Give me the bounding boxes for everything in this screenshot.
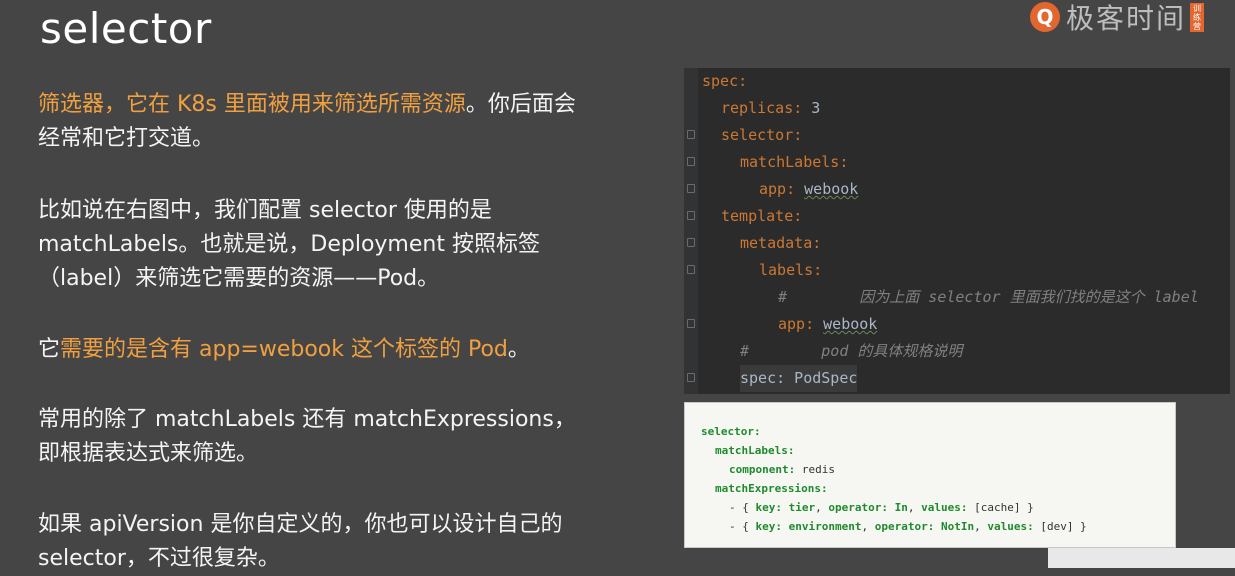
brand-name: 极客时间 xyxy=(1066,2,1187,35)
p5-line2: selector，不过很复杂。 xyxy=(38,546,280,571)
snippet-line: matchLabels: xyxy=(715,444,795,457)
p3-highlight: 需要的是含有 app=webook 这个标签的 Pod xyxy=(60,337,508,362)
code-line: matchLabels: xyxy=(740,153,849,171)
snippet-line: - { key: tier, operator: In, values: [ca… xyxy=(729,501,1034,514)
fold-icon[interactable] xyxy=(687,157,695,166)
code-line: labels: xyxy=(759,261,823,279)
p1-highlight: 筛选器，它在 K8s 里面被用来筛选所需资源 xyxy=(38,92,466,117)
p3-pre: 它 xyxy=(38,337,61,362)
fold-icon[interactable] xyxy=(687,184,695,193)
paragraph-1: 筛选器，它在 K8s 里面被用来筛选所需资源。你后面会 经常和它打交道。 xyxy=(38,88,638,156)
paragraph-5: 如果 apiVersion 是你自定义的，你也可以设计自己的 selector，… xyxy=(38,508,638,576)
code-line: selector: xyxy=(721,126,803,144)
brand-watermark: Q 极客时间 训练营 xyxy=(1030,0,1235,35)
corner-overlay xyxy=(1048,548,1235,568)
fold-icon[interactable] xyxy=(687,373,695,382)
p4-line2: 即根据表达式来筛选。 xyxy=(38,441,259,466)
yaml-editor: spec: replicas: 3 selector: matchLabels:… xyxy=(684,68,1230,394)
snippet-line: matchExpressions: xyxy=(715,482,828,495)
editor-gutter xyxy=(684,68,698,394)
p2-line2: matchLabels。也就是说，Deployment 按照标签 xyxy=(38,232,540,257)
code-line: spec: xyxy=(702,72,748,90)
code-line: metadata: xyxy=(740,234,822,252)
p5-line1: 如果 apiVersion 是你自定义的，你也可以设计自己的 xyxy=(38,512,563,537)
p2-line3: （label）来筛选它需要的资源——Pod。 xyxy=(38,266,440,291)
code-comment: # pod 的具体规格说明 xyxy=(740,342,963,360)
fold-icon[interactable] xyxy=(687,130,695,139)
snippet-line: component: redis xyxy=(729,463,835,476)
p4-line1: 常用的除了 matchLabels 还有 matchExpressions， xyxy=(38,407,576,432)
brand-tag: 训练营 xyxy=(1190,2,1205,32)
p3-post: 。 xyxy=(507,337,530,362)
code-line: spec: PodSpec xyxy=(740,365,858,392)
geektime-logo-icon: Q xyxy=(1030,2,1060,32)
p1-rest: 。你后面会 xyxy=(465,92,576,117)
fold-icon[interactable] xyxy=(687,238,695,247)
paragraph-2: 比如说在右图中，我们配置 selector 使用的是 matchLabels。也… xyxy=(38,194,638,296)
snippet-line: selector: xyxy=(701,425,761,438)
code-line: template: xyxy=(721,207,803,225)
code-comment: # 因为上面 selector 里面我们找的是这个 label xyxy=(778,288,1199,306)
code-line: replicas: 3 xyxy=(721,99,821,117)
fold-icon[interactable] xyxy=(687,211,695,220)
paragraph-3: 它需要的是含有 app=webook 这个标签的 Pod。 xyxy=(38,333,638,367)
code-line: app: webook xyxy=(778,315,878,333)
paragraph-4: 常用的除了 matchLabels 还有 matchExpressions， 即… xyxy=(38,403,638,471)
fold-icon[interactable] xyxy=(687,265,695,274)
match-expressions-snippet: selector: matchLabels: component: redis … xyxy=(684,402,1176,548)
snippet-line: - { key: environment, operator: NotIn, v… xyxy=(729,520,1087,533)
fold-icon[interactable] xyxy=(687,319,695,328)
code-line: app: webook xyxy=(759,180,859,198)
p2-line1: 比如说在右图中，我们配置 selector 使用的是 xyxy=(38,198,492,223)
slide-title: selector xyxy=(40,4,212,53)
p1-line2: 经常和它打交道。 xyxy=(38,126,215,151)
